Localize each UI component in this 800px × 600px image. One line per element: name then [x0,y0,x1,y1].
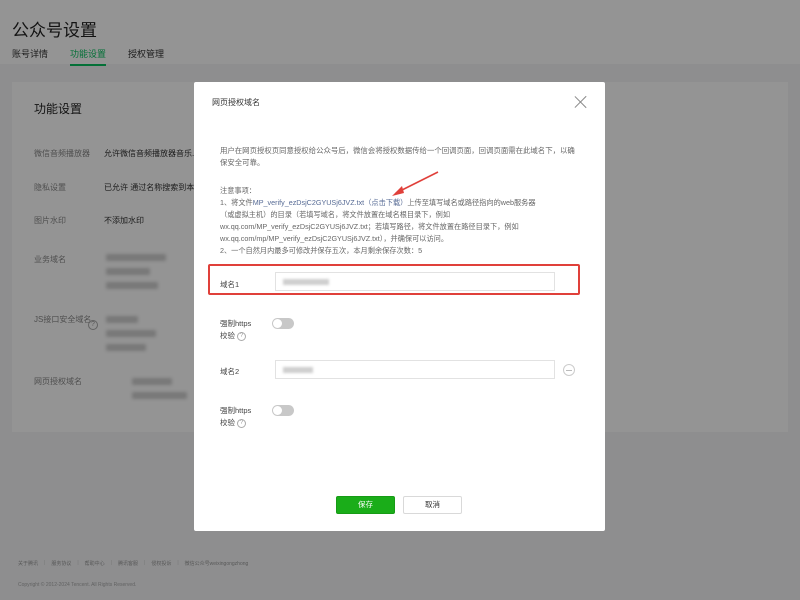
note-2: 2、一个自然月内最多可修改并保存五次，本月剩余保存次数：5 [220,246,423,255]
note-1-line-1: 1、将文件MP_verify_ezDsjC2GYUSj6JVZ.txt（点击下载… [220,198,536,207]
https1-label: 强制https 校验? [220,319,252,341]
https2-toggle[interactable] [272,405,294,416]
cancel-button[interactable]: 取消 [403,496,462,514]
domain2-input[interactable] [275,360,555,379]
close-icon[interactable] [574,95,588,109]
note-1-line-4: wx.qq.com/mp/MP_verify_ezDsjC2GYUSj6JVZ.… [220,234,449,243]
oauth-domain-dialog: 网页授权域名 用户在网页授权页同意授权给公众号后，微信会将授权数据传给一个回调页… [194,82,605,531]
domain1-label: 域名1 [220,280,240,289]
note-1-line-2: （或虚拟主机）的目录（若填写域名，将文件放置在域名根目录下，例如 [220,210,451,219]
notes-heading: 注意事项： [220,186,256,195]
question-icon[interactable]: ? [237,418,246,428]
redacted-value [283,367,313,373]
minus-circle-icon[interactable] [563,364,575,376]
save-button[interactable]: 保存 [336,496,395,514]
dialog-notes: 注意事项： 1、将文件MP_verify_ezDsjC2GYUSj6JVZ.tx… [220,185,578,257]
https2-label: 强制https 校验? [220,406,252,428]
domain1-input[interactable] [275,272,555,291]
redacted-value [283,279,329,285]
https1-toggle[interactable] [272,318,294,329]
note-1-line-3: wx.qq.com/MP_verify_ezDsjC2GYUSj6JVZ.txt… [220,222,519,231]
dialog-intro: 用户在网页授权页同意授权给公众号后，微信会将授权数据传给一个回调页面，回调页面需… [220,146,575,167]
question-icon[interactable]: ? [237,331,246,341]
dialog-title: 网页授权域名 [212,98,260,107]
domain2-label: 域名2 [220,367,240,376]
verify-file-link[interactable]: MP_verify_ezDsjC2GYUSj6JVZ.txt [253,198,364,207]
download-link[interactable]: （点击下载） [364,198,407,207]
